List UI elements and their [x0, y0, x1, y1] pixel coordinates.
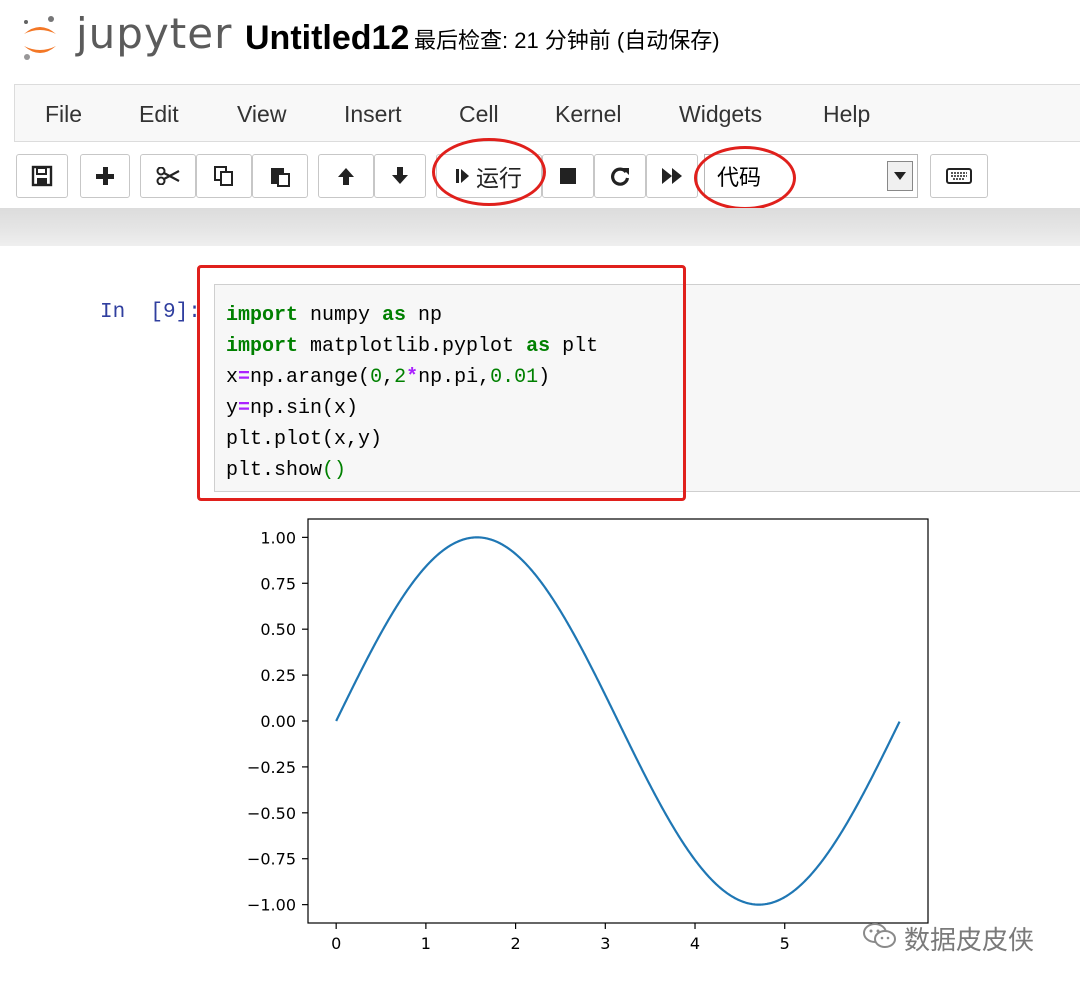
jupyter-wordmark[interactable]: jupyter — [76, 10, 232, 58]
jupyter-logo-icon[interactable] — [20, 12, 60, 64]
restart-kernel-button[interactable] — [594, 154, 646, 198]
save-icon — [31, 165, 53, 187]
insert-cell-button[interactable] — [80, 154, 130, 198]
notebook-title[interactable]: Untitled12 — [245, 16, 409, 60]
save-button[interactable] — [16, 154, 68, 198]
menu-widgets[interactable]: Widgets — [679, 99, 762, 129]
paste-button[interactable] — [252, 154, 308, 198]
move-up-button[interactable] — [318, 154, 374, 198]
y-tick-label: 0.75 — [260, 574, 296, 593]
sine-plot: 0 1 2 3 4 5 1.00 0.75 0.50 0.25 0.00 −0.25 −0.50 −0.7… — [247, 518, 929, 953]
checkpoint-status: 最后检查: 21 分钟前 (自动保存) — [414, 28, 720, 53]
y-tick-label: 0.25 — [260, 666, 296, 685]
y-tick-label: −0.50 — [247, 804, 296, 823]
y-tick-label: 0.00 — [260, 712, 296, 731]
watermark: 数据皮皮侠 — [862, 920, 1034, 957]
arrow-up-icon — [336, 166, 356, 186]
x-tick-label: 1 — [421, 934, 431, 953]
command-palette-button[interactable] — [930, 154, 988, 198]
input-prompt: In [9]: — [100, 301, 201, 324]
arrow-down-icon — [390, 166, 410, 186]
menu-view[interactable]: View — [237, 99, 286, 129]
cut-icon — [156, 167, 180, 185]
fast-forward-icon — [661, 167, 683, 185]
y-tick-label: 0.50 — [260, 620, 296, 639]
menu-insert[interactable]: Insert — [344, 99, 402, 129]
menu-cell[interactable]: Cell — [459, 99, 499, 129]
x-tick-label: 0 — [331, 934, 341, 953]
cell-type-highlight-ellipse — [694, 146, 796, 210]
x-tick-label: 5 — [780, 934, 790, 953]
code-highlight-box — [197, 265, 686, 501]
x-tick-label: 4 — [690, 934, 700, 953]
x-tick-label: 3 — [600, 934, 610, 953]
keyboard-icon — [946, 168, 972, 184]
wechat-icon — [862, 921, 898, 956]
copy-button[interactable] — [196, 154, 252, 198]
move-down-button[interactable] — [374, 154, 426, 198]
restart-run-all-button[interactable] — [646, 154, 698, 198]
menu-help[interactable]: Help — [823, 99, 870, 129]
interrupt-button[interactable] — [542, 154, 594, 198]
menubar: File Edit View Insert Cell Kernel Widget… — [14, 84, 1080, 142]
menu-file[interactable]: File — [45, 99, 82, 129]
y-tick-label: −0.25 — [247, 758, 296, 777]
run-highlight-ellipse — [432, 138, 546, 206]
menu-edit[interactable]: Edit — [139, 99, 179, 129]
header-separator — [0, 208, 1080, 246]
restart-icon — [610, 166, 630, 186]
x-tick-label: 2 — [510, 934, 520, 953]
y-tick-label: −1.00 — [247, 896, 296, 915]
y-tick-label: 1.00 — [260, 528, 296, 547]
cut-button[interactable] — [140, 154, 196, 198]
menu-kernel[interactable]: Kernel — [555, 99, 621, 129]
paste-icon — [269, 165, 291, 187]
watermark-text: 数据皮皮侠 — [904, 926, 1035, 956]
copy-icon — [213, 165, 235, 187]
y-tick-label: −0.75 — [247, 850, 296, 869]
stop-icon — [559, 167, 577, 185]
chevron-down-icon[interactable] — [887, 161, 913, 191]
plus-icon — [95, 166, 115, 186]
